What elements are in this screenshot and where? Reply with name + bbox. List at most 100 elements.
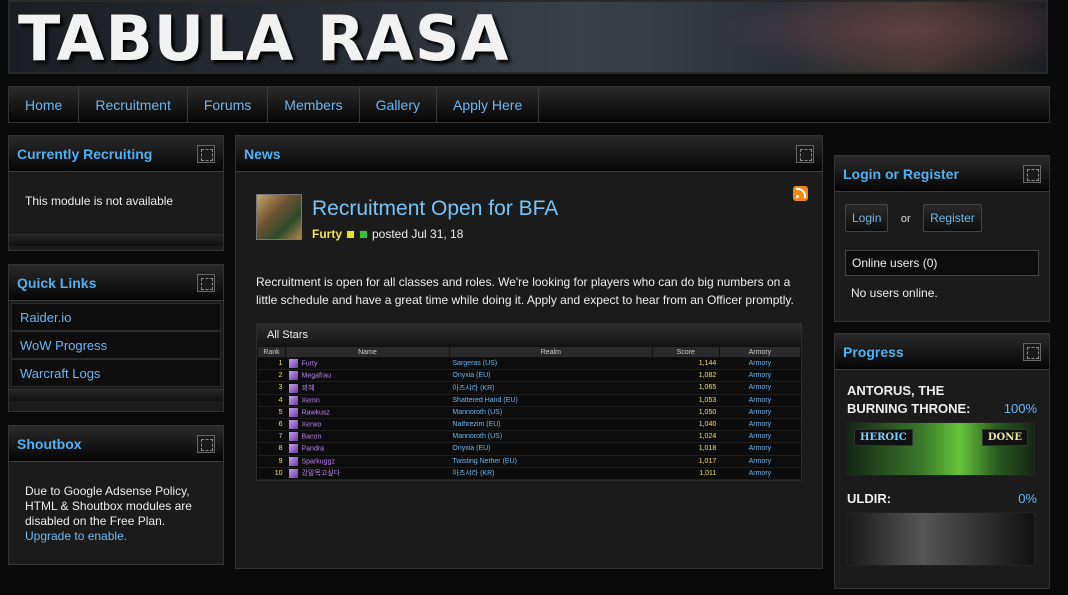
login-button[interactable]: Login bbox=[845, 204, 889, 232]
author-avatar[interactable] bbox=[256, 194, 302, 240]
quick-links-header: Quick Links bbox=[9, 265, 223, 301]
panel-footer bbox=[9, 234, 223, 246]
realm-cell[interactable]: Onyxia (EU) bbox=[449, 442, 653, 456]
panel-footer bbox=[9, 389, 223, 401]
player-name[interactable]: Sparkuggz bbox=[302, 458, 335, 465]
progress-panel: Progress ANTORUS, THE BURNING THRONE: 10… bbox=[834, 333, 1050, 589]
nav-item-apply-here[interactable]: Apply Here bbox=[437, 87, 540, 122]
expand-icon[interactable] bbox=[197, 274, 215, 292]
realm-cell[interactable]: Twisting Nether (EU) bbox=[449, 455, 653, 468]
realm-cell[interactable]: 아즈샤라 (KR) bbox=[449, 467, 653, 480]
armory-link[interactable]: Armory bbox=[719, 357, 801, 371]
raid-name: ULDIR: bbox=[847, 491, 892, 506]
realm-cell[interactable]: 아즈샤라 (KR) bbox=[449, 381, 653, 395]
table-row: 6 Xerwo Nathrezim (EU) 1,040 Armory bbox=[257, 418, 801, 432]
nav-item-forums[interactable]: Forums bbox=[188, 87, 269, 122]
player-name[interactable]: 강말목고싶다 bbox=[302, 470, 341, 477]
player-name[interactable]: Rawkusz bbox=[302, 409, 330, 416]
shoutbox-policy-text: Due to Google Adsense Policy, HTML & Sho… bbox=[25, 484, 192, 528]
name-cell[interactable]: 꾀혜 bbox=[285, 381, 450, 395]
player-name[interactable]: Xerwo bbox=[302, 421, 322, 428]
login-panel: Login or Register Login or Register Onli… bbox=[834, 155, 1050, 322]
nav-item-members[interactable]: Members bbox=[268, 87, 360, 122]
player-name[interactable]: Bacon bbox=[302, 434, 322, 441]
raid-percent: 0% bbox=[1018, 491, 1037, 506]
column-header: Realm bbox=[448, 346, 653, 358]
rank-cell: 8 bbox=[257, 442, 286, 456]
realm-cell[interactable]: Mannoroth (US) bbox=[449, 406, 653, 419]
nav-item-recruitment[interactable]: Recruitment bbox=[79, 87, 188, 122]
realm-cell[interactable]: Nathrezim (EU) bbox=[449, 418, 653, 432]
expand-icon[interactable] bbox=[1023, 165, 1041, 183]
armory-link[interactable]: Armory bbox=[719, 406, 801, 419]
score-cell: 1,053 bbox=[652, 394, 720, 407]
main-nav: Home Recruitment Forums Members Gallery … bbox=[8, 86, 1050, 123]
score-cell: 1,018 bbox=[652, 442, 720, 456]
login-title: Login or Register bbox=[843, 165, 959, 182]
leaderboard-body: 1 Furty Sargeras (US) 1,144 Armory 2 Megafrau O… bbox=[257, 357, 801, 480]
nav-item-gallery[interactable]: Gallery bbox=[360, 87, 437, 122]
player-name[interactable]: Xemn bbox=[302, 397, 320, 404]
armory-link[interactable]: Armory bbox=[719, 430, 801, 444]
name-cell[interactable]: Furty bbox=[285, 357, 450, 371]
upgrade-link[interactable]: Upgrade to enable. bbox=[25, 529, 127, 543]
table-row: 10 강말목고싶다 아즈샤라 (KR) 1,011 Armory bbox=[257, 467, 801, 480]
armory-link[interactable]: Armory bbox=[719, 467, 801, 480]
leaderboard-table: Rank Name Realm Score Armory 1 Furty Sarge… bbox=[257, 346, 802, 480]
armory-link[interactable]: Armory bbox=[719, 442, 801, 456]
login-header: Login or Register bbox=[835, 156, 1049, 192]
post-byline: Furty posted Jul 31, 18 bbox=[312, 227, 558, 241]
player-name[interactable]: Pandra bbox=[302, 446, 325, 453]
raid-banner-image[interactable]: HEROIC DONE bbox=[847, 422, 1035, 476]
raid-banner-image[interactable] bbox=[847, 512, 1035, 566]
expand-icon[interactable] bbox=[197, 435, 215, 453]
name-cell[interactable]: Sparkuggz bbox=[285, 455, 450, 468]
player-name[interactable]: Furty bbox=[302, 360, 318, 367]
realm-cell[interactable]: Sargeras (US) bbox=[449, 357, 653, 371]
rss-icon[interactable] bbox=[793, 186, 808, 201]
armory-link[interactable]: Armory bbox=[719, 369, 801, 383]
register-button[interactable]: Register bbox=[923, 204, 982, 232]
name-cell[interactable]: Pandra bbox=[285, 442, 450, 456]
table-row: 4 Xemn Shattered Hand (EU) 1,053 Armory bbox=[257, 394, 801, 407]
nav-item-home[interactable]: Home bbox=[9, 87, 80, 122]
armory-link[interactable]: Armory bbox=[719, 381, 801, 395]
score-cell: 1,011 bbox=[652, 467, 720, 480]
status-tag: DONE bbox=[981, 429, 1028, 446]
class-icon bbox=[288, 444, 298, 454]
table-row: 8 Pandra Onyxia (EU) 1,018 Armory bbox=[257, 442, 801, 456]
score-cell: 1,017 bbox=[652, 455, 720, 468]
expand-icon[interactable] bbox=[1023, 343, 1041, 361]
score-cell: 1,024 bbox=[652, 430, 720, 444]
class-icon bbox=[288, 468, 298, 478]
player-name[interactable]: 꾀혜 bbox=[302, 385, 315, 392]
name-cell[interactable]: Megafrau bbox=[285, 369, 450, 383]
name-cell[interactable]: Xerwo bbox=[285, 418, 450, 432]
score-cell: 1,065 bbox=[652, 381, 720, 395]
armory-link[interactable]: Armory bbox=[719, 455, 801, 468]
realm-cell[interactable]: Mannoroth (US) bbox=[449, 430, 653, 444]
post-title[interactable]: Recruitment Open for BFA bbox=[312, 197, 558, 221]
recruiting-message: This module is not available bbox=[25, 194, 174, 208]
quick-link-wow-progress[interactable]: WoW Progress bbox=[11, 331, 221, 359]
expand-icon[interactable] bbox=[796, 145, 814, 163]
quick-link-warcraft-logs[interactable]: Warcraft Logs bbox=[11, 359, 221, 387]
armory-link[interactable]: Armory bbox=[719, 418, 801, 432]
name-cell[interactable]: 강말목고싶다 bbox=[285, 467, 450, 480]
quick-links-panel: Quick Links Raider.io WoW Progress Warcr… bbox=[8, 264, 224, 412]
name-cell[interactable]: Rawkusz bbox=[285, 406, 450, 419]
quick-link-raider-io[interactable]: Raider.io bbox=[11, 303, 221, 331]
table-row: 2 Megafrau Onyxia (EU) 1,082 Armory bbox=[257, 369, 801, 383]
table-row: 3 꾀혜 아즈샤라 (KR) 1,065 Armory bbox=[257, 381, 801, 395]
post-author[interactable]: Furty bbox=[312, 227, 342, 241]
name-cell[interactable]: Bacon bbox=[285, 430, 450, 444]
player-name[interactable]: Megafrau bbox=[302, 373, 332, 380]
expand-icon[interactable] bbox=[197, 145, 215, 163]
realm-cell[interactable]: Onyxia (EU) bbox=[449, 369, 653, 383]
news-post: Recruitment Open for BFA Furty posted Ju… bbox=[236, 172, 822, 497]
all-stars-table: All Stars Rank Name Realm Score Armory 1… bbox=[256, 323, 802, 481]
armory-link[interactable]: Armory bbox=[719, 394, 801, 407]
name-cell[interactable]: Xemn bbox=[285, 394, 450, 407]
column-header: Name bbox=[285, 346, 450, 358]
realm-cell[interactable]: Shattered Hand (EU) bbox=[449, 394, 653, 407]
